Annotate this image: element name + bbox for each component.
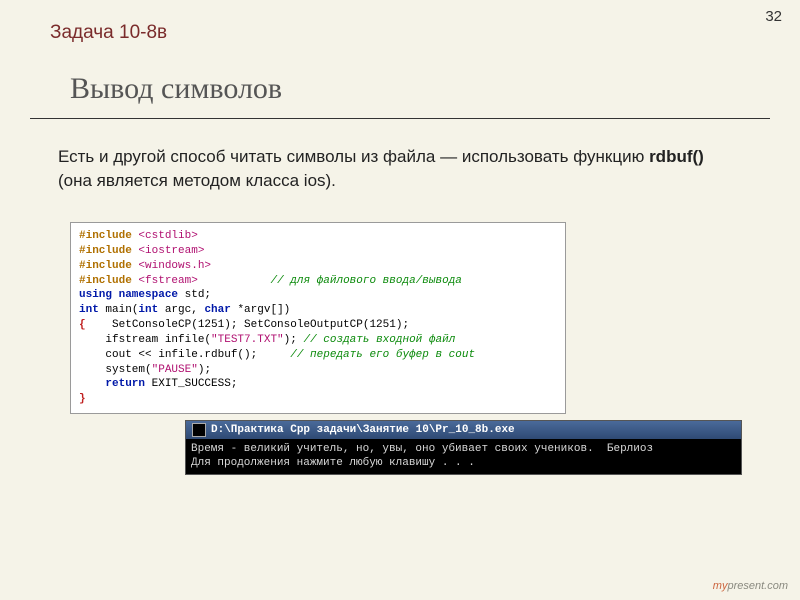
pp: #include bbox=[79, 275, 138, 287]
body-paragraph: Есть и другой способ читать символы из ф… bbox=[58, 145, 740, 193]
paragraph-text: Есть и другой способ читать символы из ф… bbox=[58, 147, 649, 166]
code-text: EXIT_SUCCESS; bbox=[145, 378, 237, 390]
console-icon bbox=[192, 423, 206, 437]
watermark-plain: present.com bbox=[727, 580, 788, 592]
kw: return bbox=[79, 378, 145, 390]
kw: using namespace bbox=[79, 289, 178, 301]
console-line: Время - великий учитель, но, увы, оно уб… bbox=[191, 443, 653, 455]
task-label: Задача 10-8в bbox=[50, 22, 167, 44]
console-path: D:\Практика Cpp задачи\Занятие 10\Pr_10_… bbox=[211, 424, 515, 436]
paragraph-bold: rdbuf() bbox=[649, 147, 704, 166]
console-output: Время - великий учитель, но, увы, оно уб… bbox=[186, 439, 741, 474]
divider bbox=[30, 118, 770, 119]
kw: char bbox=[204, 304, 230, 316]
inc: <windows.h> bbox=[138, 260, 211, 272]
console-titlebar: D:\Практика Cpp задачи\Занятие 10\Pr_10_… bbox=[186, 421, 741, 439]
comment: // создать входной файл bbox=[303, 334, 455, 346]
pp: #include bbox=[79, 230, 138, 242]
console-line: Для продолжения нажмите любую клавишу . … bbox=[191, 457, 475, 469]
pp: #include bbox=[79, 260, 138, 272]
code-text: ); bbox=[198, 364, 211, 376]
watermark: mypresent.com bbox=[713, 580, 788, 592]
console-window: D:\Практика Cpp задачи\Занятие 10\Pr_10_… bbox=[185, 420, 742, 475]
code-text: cout << infile.rdbuf(); bbox=[79, 349, 290, 361]
code-text: system( bbox=[79, 364, 152, 376]
code-text: argc, bbox=[158, 304, 204, 316]
kw: int bbox=[79, 304, 99, 316]
string: "TEST7.TXT" bbox=[211, 334, 284, 346]
code-text: *argv[]) bbox=[231, 304, 290, 316]
comment: // передать его буфер в cout bbox=[290, 349, 475, 361]
brace: { bbox=[79, 319, 86, 331]
comment: // для файлового ввода/вывода bbox=[270, 275, 461, 287]
slide-title: Вывод символов bbox=[70, 72, 282, 106]
paragraph-text-tail: (она является методом класса ios). bbox=[58, 171, 336, 190]
code-text: main( bbox=[99, 304, 139, 316]
code-text: SetConsoleCP(1251); SetConsoleOutputCP(1… bbox=[86, 319, 409, 331]
page-number: 32 bbox=[765, 8, 782, 25]
brace: } bbox=[79, 393, 86, 405]
inc: <iostream> bbox=[138, 245, 204, 257]
kw: int bbox=[138, 304, 158, 316]
code-text: std; bbox=[178, 289, 211, 301]
string: "PAUSE" bbox=[152, 364, 198, 376]
code-text: ifstream infile( bbox=[79, 334, 211, 346]
inc: <cstdlib> bbox=[138, 230, 197, 242]
pp: #include bbox=[79, 245, 138, 257]
inc: <fstream> bbox=[138, 275, 197, 287]
code-text: ); bbox=[284, 334, 304, 346]
watermark-red: my bbox=[713, 580, 728, 592]
code-block: #include <cstdlib> #include <iostream> #… bbox=[70, 222, 566, 414]
